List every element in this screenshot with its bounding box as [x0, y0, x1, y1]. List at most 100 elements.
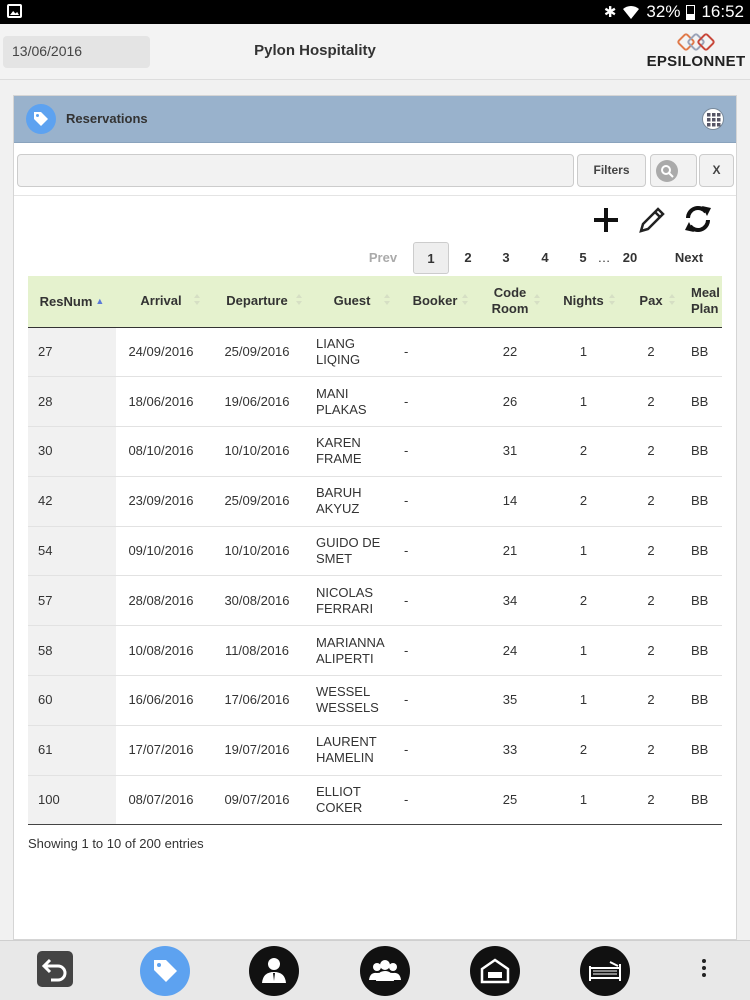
column-header-guest[interactable]: Guest: [308, 276, 396, 327]
clear-search-button[interactable]: X: [699, 154, 734, 187]
image-notification-icon: [7, 4, 22, 18]
booker-cell: -: [396, 476, 474, 527]
sort-icon: [669, 294, 675, 306]
resnum-cell: 30: [28, 426, 116, 477]
table-row[interactable]: 30 08/10/2016 10/10/2016 KAREN FRAME -31 2 2 BB: [28, 426, 722, 477]
search-row: Filters X: [14, 150, 736, 192]
pagination-page-3[interactable]: 3: [491, 242, 521, 274]
table-row[interactable]: 58 10/08/2016 11/08/2016 MARIANNA ALIPERTI -…: [28, 625, 722, 677]
search-input[interactable]: [17, 154, 574, 187]
meal-plan-cell: BB: [681, 725, 722, 776]
departure-cell: 25/09/2016: [206, 476, 308, 527]
column-header-booker[interactable]: Booker: [396, 276, 474, 327]
grid-menu-icon[interactable]: [702, 108, 724, 130]
code-room-cell: 34: [474, 575, 546, 627]
pagination-page-2[interactable]: 2: [453, 242, 483, 274]
refresh-icon[interactable]: [682, 202, 714, 236]
panel-header: Reservations: [14, 96, 736, 143]
code-room-cell: 14: [474, 476, 546, 527]
column-header-resnum[interactable]: ResNum ▲: [28, 276, 116, 327]
booker-cell: -: [396, 575, 474, 627]
bed-icon[interactable]: [580, 946, 630, 996]
edit-icon[interactable]: [636, 202, 668, 236]
sort-icon: [462, 294, 468, 306]
nights-cell: 1: [546, 675, 621, 726]
resnum-cell: 58: [28, 625, 116, 677]
pagination-prev[interactable]: Prev: [358, 242, 408, 274]
nights-cell: 1: [546, 526, 621, 577]
meal-plan-cell: BB: [681, 625, 722, 677]
search-button[interactable]: [650, 154, 697, 187]
pagination-page-5[interactable]: 5: [568, 242, 598, 274]
guest-cell: ELLIOT COKER: [308, 775, 396, 826]
nights-cell: 1: [546, 625, 621, 677]
nights-cell: 1: [546, 775, 621, 826]
column-header-nights[interactable]: Nights: [546, 276, 621, 327]
column-header-arrival[interactable]: Arrival: [116, 276, 206, 327]
table-row[interactable]: 27 24/09/2016 25/09/2016 LIANG LIQING -22 1 2 B…: [28, 327, 722, 378]
app-title: Pylon Hospitality: [254, 42, 376, 59]
arrival-cell: 10/08/2016: [116, 625, 206, 677]
reservations-table: ResNum ▲ Arrival Departure Guest Booker C…: [28, 276, 722, 826]
arrival-cell: 17/07/2016: [116, 725, 206, 776]
guest-cell: NICOLAS FERRARI: [308, 575, 396, 627]
epsilonnet-logo: EPSILONNET: [646, 32, 746, 72]
guest-cell: MARIANNA ALIPERTI: [308, 625, 396, 677]
booker-cell: -: [396, 625, 474, 677]
pax-cell: 2: [621, 376, 681, 428]
pagination-next[interactable]: Next: [662, 242, 716, 274]
arrival-cell: 24/09/2016: [116, 327, 206, 378]
table-row[interactable]: 61 17/07/2016 19/07/2016 LAURENT HAMELIN -33…: [28, 725, 722, 776]
meal-plan-cell: BB: [681, 476, 722, 527]
back-icon[interactable]: [37, 951, 73, 987]
arrival-cell: 28/08/2016: [116, 575, 206, 627]
meal-plan-cell: BB: [681, 327, 722, 378]
tag-icon[interactable]: [140, 946, 190, 996]
pagination-page-1[interactable]: 1: [413, 242, 449, 274]
filters-button[interactable]: Filters: [577, 154, 646, 187]
pax-cell: 2: [621, 675, 681, 726]
guest-cell: MANI PLAKAS: [308, 376, 396, 428]
pagination-page-4[interactable]: 4: [530, 242, 560, 274]
column-header-code-room[interactable]: Code Room: [474, 276, 546, 327]
code-room-cell: 26: [474, 376, 546, 428]
sort-icon: [194, 294, 200, 306]
column-header-meal-plan[interactable]: Meal Plan: [681, 276, 722, 327]
column-header-pax[interactable]: Pax: [621, 276, 681, 327]
departure-cell: 10/10/2016: [206, 426, 308, 477]
departure-cell: 19/06/2016: [206, 376, 308, 428]
bottom-nav: [0, 940, 750, 1000]
person-icon[interactable]: [249, 946, 299, 996]
pax-cell: 2: [621, 625, 681, 677]
booker-cell: -: [396, 775, 474, 826]
booker-cell: -: [396, 327, 474, 378]
booker-cell: -: [396, 725, 474, 776]
building-icon[interactable]: [470, 946, 520, 996]
table-row[interactable]: 60 16/06/2016 17/06/2016 WESSEL WESSELS -35 1…: [28, 675, 722, 726]
nights-cell: 2: [546, 476, 621, 527]
code-room-cell: 25: [474, 775, 546, 826]
resnum-cell: 100: [28, 775, 116, 826]
pax-cell: 2: [621, 775, 681, 826]
table-row[interactable]: 57 28/08/2016 30/08/2016 NICOLAS FERRARI -34…: [28, 575, 722, 627]
tag-icon: [26, 104, 56, 134]
logo-text: EPSILONNET: [646, 53, 746, 70]
table-row[interactable]: 100 08/07/2016 09/07/2016 ELLIOT COKER -25 1 2…: [28, 775, 722, 826]
table-row[interactable]: 42 23/09/2016 25/09/2016 BARUH AKYUZ -14 2 2 BB: [28, 476, 722, 527]
nights-cell: 2: [546, 725, 621, 776]
more-icon[interactable]: [699, 959, 709, 983]
column-header-departure[interactable]: Departure: [206, 276, 308, 327]
sort-icon: [296, 294, 302, 306]
add-icon[interactable]: [590, 202, 622, 236]
pagination-page-last[interactable]: 20: [612, 242, 648, 274]
departure-cell: 09/07/2016: [206, 775, 308, 826]
nights-cell: 1: [546, 327, 621, 378]
divider: [14, 195, 736, 196]
booker-cell: -: [396, 675, 474, 726]
table-row[interactable]: 54 09/10/2016 10/10/2016 GUIDO DE SMET -21 1 2…: [28, 526, 722, 577]
group-icon[interactable]: [360, 946, 410, 996]
guest-cell: GUIDO DE SMET: [308, 526, 396, 577]
meal-plan-cell: BB: [681, 426, 722, 477]
status-bar: ✱ 32% 16:52: [0, 0, 750, 24]
table-row[interactable]: 28 18/06/2016 19/06/2016 MANI PLAKAS -26 1 2 BB: [28, 376, 722, 428]
